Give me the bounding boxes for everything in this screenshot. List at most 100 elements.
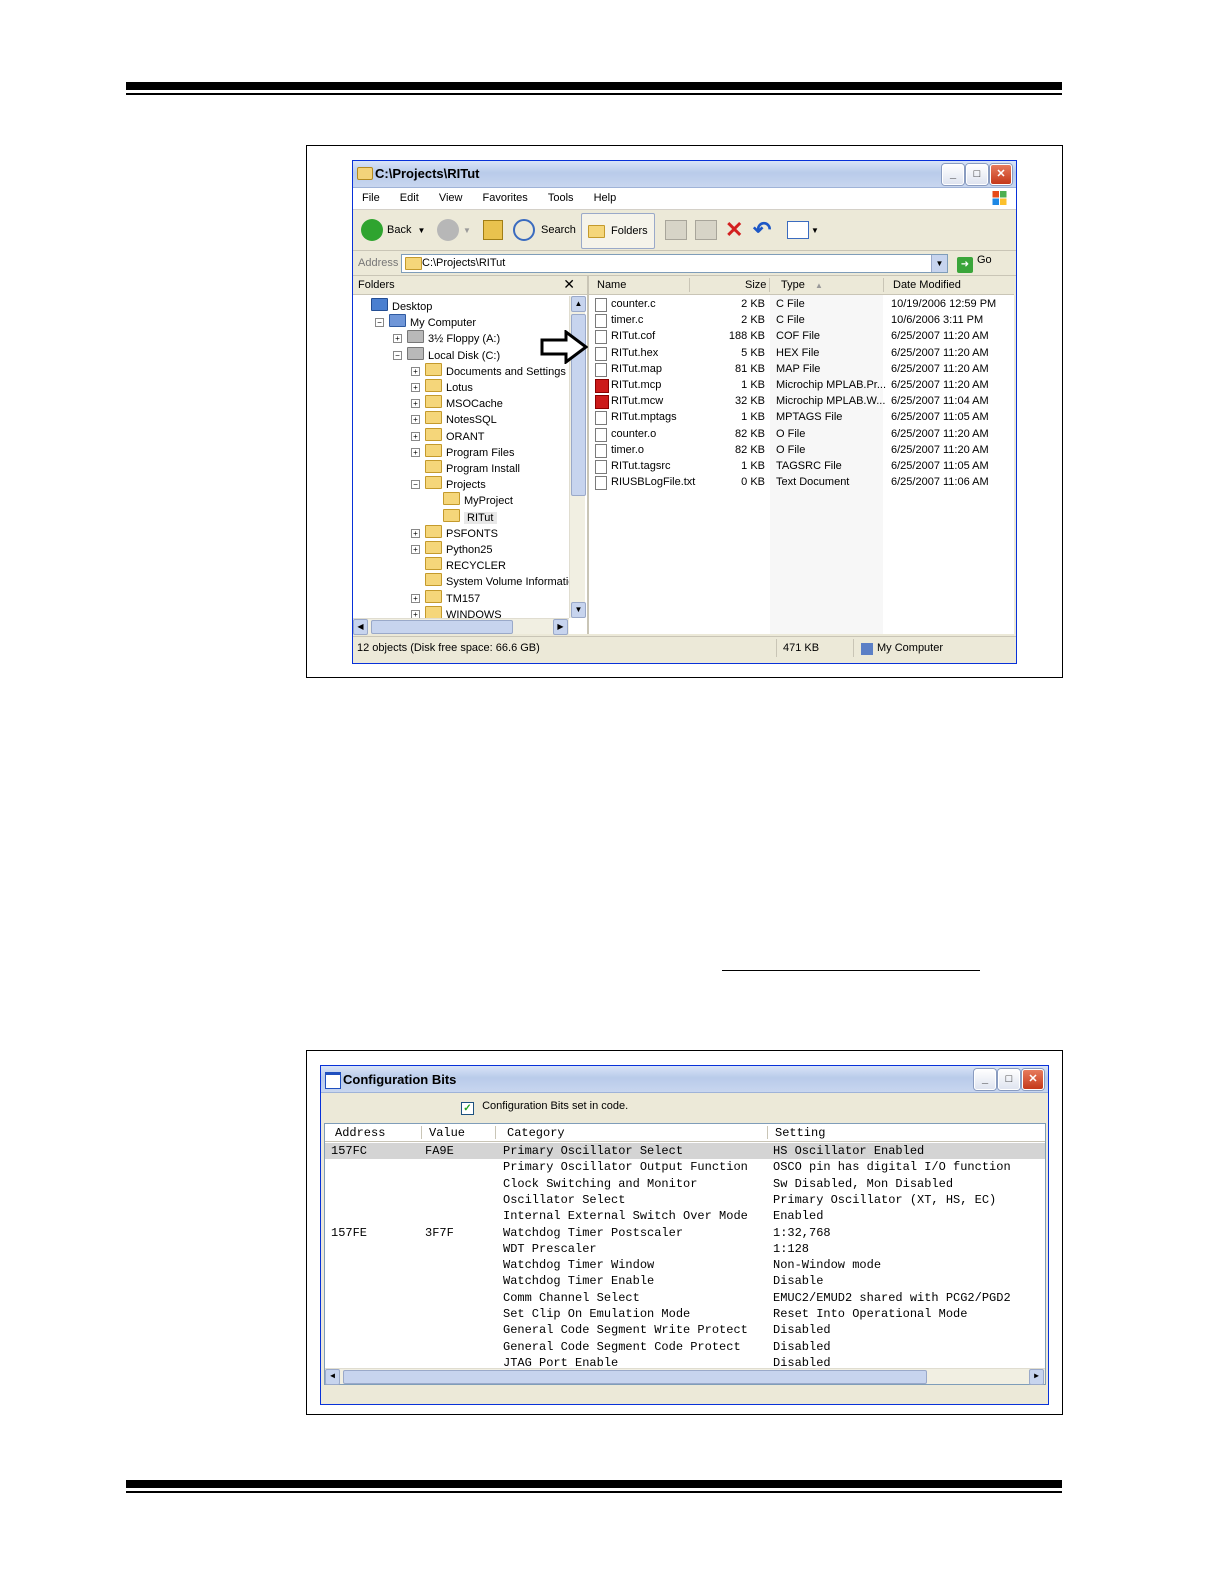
config-row[interactable]: 157FE 3F7F Watchdog Timer Postscaler 1:32,7… (325, 1225, 1045, 1241)
column-date-modified[interactable]: Date Modified (893, 279, 961, 291)
delete-button[interactable]: ✕ (725, 217, 743, 242)
back-button[interactable]: Back ▼ (361, 218, 425, 242)
scroll-down-icon[interactable]: ▼ (571, 602, 586, 618)
column-address[interactable]: Address (335, 1126, 385, 1140)
tree-item[interactable]: + PSFONTS (411, 524, 498, 541)
tree-item[interactable]: + ORANT (411, 427, 485, 444)
address-dropdown-icon[interactable]: ▼ (931, 255, 947, 272)
column-type[interactable]: Type (781, 279, 805, 291)
expand-icon[interactable]: + (411, 609, 420, 618)
config-row[interactable]: Watchdog Timer Enable Disable (325, 1273, 1045, 1289)
minimize-button[interactable]: _ (942, 164, 964, 185)
file-row[interactable]: counter.c 2 KB C File 10/19/2006 12:59 PM (589, 297, 1014, 313)
scroll-left-icon[interactable]: ◀ (325, 1369, 340, 1385)
file-row[interactable]: timer.o 82 KB O File 6/25/2007 11:20 AM (589, 443, 1014, 459)
scroll-left-icon[interactable]: ◀ (353, 619, 368, 635)
close-button[interactable]: ✕ (1022, 1069, 1044, 1090)
tree-item[interactable]: + WINDOWS (411, 605, 502, 618)
go-button[interactable]: ➜ Go (957, 254, 992, 273)
explorer-titlebar[interactable]: C:\Projects\RITut _ □ ✕ (353, 161, 1016, 188)
expand-icon[interactable]: + (411, 415, 420, 425)
views-button[interactable]: ▼ (787, 218, 819, 242)
config-horizontal-scrollbar[interactable]: ◀ ▶ (325, 1368, 1045, 1385)
expand-icon[interactable]: + (411, 431, 420, 441)
move-to-button[interactable] (665, 218, 687, 242)
tree-item[interactable]: − Local Disk (C:) (393, 346, 500, 363)
config-row[interactable]: Oscillator Select Primary Oscillator (XT,… (325, 1192, 1045, 1208)
file-row[interactable]: counter.o 82 KB O File 6/25/2007 11:20 AM (589, 427, 1014, 443)
tree-item[interactable]: − My Computer (375, 314, 476, 330)
menu-edit[interactable]: Edit (391, 188, 427, 204)
file-row[interactable]: RITut.mcp 1 KB Microchip MPLAB.Pr... 6/25/2… (589, 378, 1014, 394)
search-button[interactable]: Search (513, 218, 576, 242)
config-row[interactable]: 157FC FA9E Primary Oscillator Select HS Osc… (325, 1143, 1045, 1159)
config-row[interactable]: General Code Segment Code Protect Disable… (325, 1339, 1045, 1355)
file-row[interactable]: RITut.tagsrc 1 KB TAGSRC File 6/25/2007 11:… (589, 459, 1014, 475)
menu-help[interactable]: Help (585, 188, 625, 204)
expand-icon[interactable]: + (411, 545, 420, 554)
menu-view[interactable]: View (430, 188, 471, 204)
column-size[interactable]: Size (745, 279, 766, 291)
file-row[interactable]: RIUSBLogFile.txt 0 KB Text Document 6/25/20… (589, 475, 1014, 491)
config-row[interactable]: Internal External Switch Over Mode Enable… (325, 1208, 1045, 1224)
tree-item[interactable]: − Projects (411, 476, 486, 492)
expand-icon[interactable]: + (411, 383, 420, 392)
scroll-right-icon[interactable]: ▶ (553, 619, 568, 635)
menu-tools[interactable]: Tools (539, 188, 582, 204)
tree-item[interactable]: + Lotus (411, 379, 473, 395)
config-row[interactable]: General Code Segment Write Protect Disabl… (325, 1322, 1045, 1338)
undo-button[interactable]: ↶ (753, 217, 771, 242)
file-row[interactable]: RITut.cof 188 KB COF File 6/25/2007 11:20 A… (589, 329, 1014, 345)
tree-item[interactable]: MyProject (429, 492, 513, 508)
expand-icon[interactable]: + (411, 399, 420, 409)
tree-item[interactable]: + NotesSQL (411, 411, 497, 427)
menu-favorites[interactable]: Favorites (474, 188, 536, 204)
config-row[interactable]: Set Clip On Emulation Mode Reset Into Ope… (325, 1306, 1045, 1322)
maximize-button[interactable]: □ (998, 1069, 1020, 1090)
file-row[interactable]: timer.c 2 KB C File 10/6/2006 3:11 PM (589, 313, 1014, 329)
column-category[interactable]: Category (507, 1126, 565, 1140)
file-row[interactable]: RITut.hex 5 KB HEX File 6/25/2007 11:20 AM (589, 346, 1014, 362)
forward-button[interactable]: ▼ (437, 218, 471, 242)
close-folders-pane-icon[interactable]: ✕ (563, 276, 575, 293)
file-row[interactable]: RITut.mptags 1 KB MPTAGS File 6/25/2007 11:… (589, 410, 1014, 426)
address-input[interactable]: C:\Projects\RITut ▼ (401, 254, 948, 273)
expand-icon[interactable]: + (411, 528, 420, 538)
tree-item[interactable]: System Volume Information (411, 573, 569, 589)
close-button[interactable]: ✕ (990, 164, 1012, 185)
scroll-up-icon[interactable]: ▲ (571, 296, 586, 312)
scroll-thumb[interactable] (371, 620, 513, 634)
config-set-in-code-checkbox[interactable]: ✓ Configuration Bits set in code. (461, 1100, 628, 1115)
tree-item[interactable]: RITut (429, 508, 497, 525)
config-row[interactable]: WDT Prescaler 1:128 (325, 1241, 1045, 1257)
scroll-thumb[interactable] (343, 1370, 927, 1384)
tree-item[interactable]: Desktop (357, 298, 432, 314)
config-row[interactable]: Watchdog Timer Window Non-Window mode (325, 1257, 1045, 1273)
tree-item[interactable]: + MSOCache (411, 395, 503, 411)
tree-item[interactable]: + TM157 (411, 589, 480, 606)
config-row[interactable]: Primary Oscillator Output Function OSCO p… (325, 1159, 1045, 1175)
tree-item[interactable]: +3½ Floppy (A:) (393, 330, 500, 346)
collapse-icon[interactable]: − (411, 480, 420, 490)
tree-item[interactable]: Program Install (411, 460, 520, 476)
menu-file[interactable]: File (353, 188, 388, 204)
column-setting[interactable]: Setting (775, 1126, 825, 1140)
folder-tree-horizontal-scrollbar[interactable]: ◀ ▶ (353, 618, 569, 635)
tree-item[interactable]: + Program Files (411, 443, 514, 460)
column-name[interactable]: Name (597, 279, 626, 291)
file-row[interactable]: RITut.mcw 32 KB Microchip MPLAB.W... 6/25/2… (589, 394, 1014, 410)
config-row[interactable]: Clock Switching and Monitor Sw Disabled, … (325, 1176, 1045, 1192)
collapse-icon[interactable]: − (393, 350, 402, 360)
expand-icon[interactable]: + (411, 593, 420, 603)
tree-item[interactable]: + Documents and Settings (411, 362, 566, 379)
scroll-right-icon[interactable]: ▶ (1029, 1369, 1044, 1385)
minimize-button[interactable]: _ (974, 1069, 996, 1090)
tree-item[interactable]: + Python25 (411, 541, 492, 557)
config-titlebar[interactable]: Configuration Bits _ □ ✕ (321, 1066, 1048, 1093)
maximize-button[interactable]: □ (966, 164, 988, 185)
tree-item[interactable]: RECYCLER (411, 557, 506, 573)
collapse-icon[interactable]: − (375, 318, 384, 328)
file-row[interactable]: RITut.map 81 KB MAP File 6/25/2007 11:20 AM (589, 362, 1014, 378)
up-folder-button[interactable] (483, 218, 503, 242)
column-value[interactable]: Value (429, 1126, 465, 1140)
